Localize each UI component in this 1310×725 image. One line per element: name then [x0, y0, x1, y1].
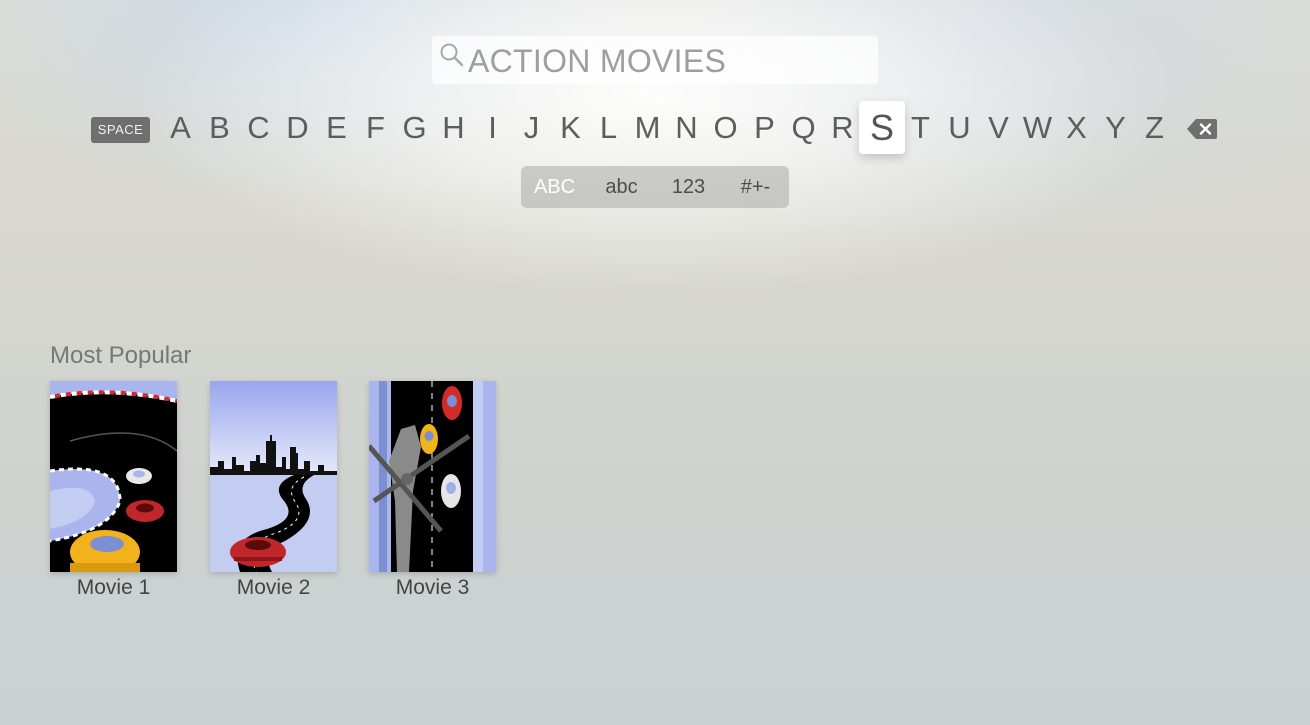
key-m[interactable]: M	[628, 100, 667, 156]
key-o[interactable]: O	[706, 100, 745, 156]
movie-poster	[210, 381, 337, 572]
space-key[interactable]: SPACE	[91, 117, 150, 143]
key-h[interactable]: H	[434, 100, 473, 156]
key-y[interactable]: Y	[1096, 100, 1135, 156]
delete-backspace-icon[interactable]	[1186, 117, 1218, 141]
key-k[interactable]: K	[551, 100, 590, 156]
mode-lowercase[interactable]: abc	[588, 166, 655, 208]
key-q[interactable]: Q	[784, 100, 823, 156]
key-c[interactable]: C	[239, 100, 278, 156]
race-track-artwork	[50, 381, 177, 572]
key-x[interactable]: X	[1057, 100, 1096, 156]
keyboard-mode-selector: ABC abc 123 #+-	[521, 166, 789, 208]
key-b[interactable]: B	[200, 100, 239, 156]
search-query: ACTION MOVIES	[468, 43, 727, 79]
key-n[interactable]: N	[667, 100, 706, 156]
key-d[interactable]: D	[278, 100, 317, 156]
mode-uppercase[interactable]: ABC	[521, 166, 588, 208]
search-icon	[440, 43, 464, 67]
key-i[interactable]: I	[473, 100, 512, 156]
highway-chase-artwork	[369, 381, 496, 572]
mode-symbols[interactable]: #+-	[722, 166, 789, 208]
movie-tile[interactable]: Movie 3	[369, 381, 496, 600]
key-r[interactable]: R	[823, 100, 862, 156]
movie-title: Movie 3	[395, 576, 470, 599]
keyboard-row: SPACE A B C D E F G H I J K L M N O P Q …	[0, 100, 1310, 156]
key-t[interactable]: T	[901, 100, 940, 156]
key-e[interactable]: E	[317, 100, 356, 156]
movie-poster	[50, 381, 177, 572]
city-road-artwork	[210, 381, 337, 572]
movie-poster	[369, 381, 496, 572]
key-s[interactable]: S	[859, 101, 905, 154]
key-a[interactable]: A	[161, 100, 200, 156]
key-g[interactable]: G	[395, 100, 434, 156]
movie-tile[interactable]: Movie 1	[50, 381, 177, 600]
mode-numbers[interactable]: 123	[655, 166, 722, 208]
key-l[interactable]: L	[589, 100, 628, 156]
movie-title: Movie 1	[76, 576, 151, 599]
key-u[interactable]: U	[940, 100, 979, 156]
movie-title: Movie 2	[236, 576, 311, 599]
key-p[interactable]: P	[745, 100, 784, 156]
key-z[interactable]: Z	[1135, 100, 1174, 156]
key-v[interactable]: V	[979, 100, 1018, 156]
section-title: Most Popular	[50, 342, 192, 369]
key-w[interactable]: W	[1018, 100, 1057, 156]
movie-tile[interactable]: Movie 2	[210, 381, 337, 600]
key-j[interactable]: J	[512, 100, 551, 156]
search-input[interactable]: ACTION MOVIES	[432, 36, 878, 84]
key-f[interactable]: F	[356, 100, 395, 156]
